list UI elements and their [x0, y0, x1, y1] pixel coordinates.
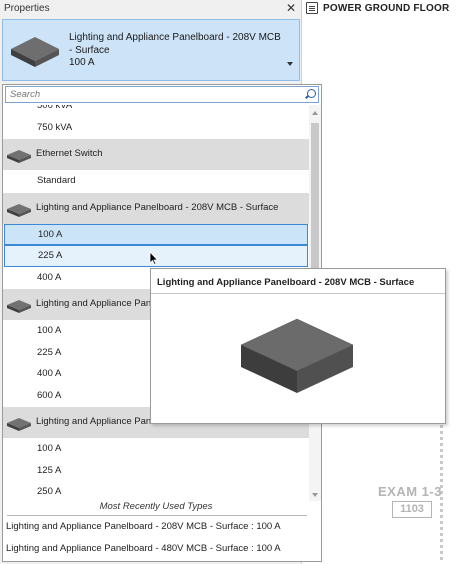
family-header-row: Ethernet Switch: [3, 138, 309, 170]
selector-family-line: Lighting and Appliance Panelboard - 208V…: [69, 32, 281, 43]
mouse-cursor-icon: [149, 251, 159, 265]
type-row-label: 400 A: [37, 271, 62, 283]
type-row[interactable]: 250 A: [3, 481, 309, 501]
type-row-selected[interactable]: 100 A: [4, 223, 308, 245]
scroll-up-icon[interactable]: [312, 111, 318, 115]
type-row-label: 100 A: [37, 443, 62, 454]
type-row-label: 100 A: [38, 228, 63, 240]
type-row-label: 600 A: [37, 389, 62, 401]
type-selector[interactable]: Lighting and Appliance Panelboard - 208V…: [2, 19, 300, 81]
room-name-tag[interactable]: EXAM 1-3: [378, 484, 442, 499]
mru-heading: Most Recently Used Types: [99, 501, 213, 512]
type-row-label: 750 kVA: [37, 121, 73, 133]
type-row[interactable]: 750 kVA: [3, 117, 309, 139]
close-icon[interactable]: ✕: [286, 1, 296, 15]
search-input[interactable]: [10, 88, 290, 101]
palette-title: Properties: [4, 3, 50, 14]
type-row-label: 225 A: [38, 250, 63, 261]
family-thumbnail-icon: [7, 150, 31, 163]
type-row-label: 250 A: [37, 486, 62, 497]
type-row[interactable]: Standard: [3, 170, 309, 192]
view-tab[interactable]: POWER GROUND FLOOR: [306, 2, 449, 14]
type-row[interactable]: 125 A: [3, 460, 309, 482]
type-row[interactable]: 100 A: [3, 438, 309, 460]
family-header-label: Ethernet Switch: [36, 148, 103, 159]
type-row[interactable]: 500 kVA: [3, 105, 309, 117]
type-row-label: 225 A: [37, 346, 62, 358]
caret-down-icon[interactable]: [287, 62, 293, 66]
panelboard-icon: [11, 37, 59, 67]
mru-divider: [7, 515, 307, 516]
type-row-label: 400 A: [37, 368, 62, 379]
tooltip-title: Lighting and Appliance Panelboard - 208V…: [157, 277, 415, 288]
type-row-label: 500 kVA: [37, 105, 73, 111]
type-row-label: 100 A: [37, 325, 62, 336]
family-thumbnail-icon: [7, 203, 31, 217]
type-preview-tooltip: Lighting and Appliance Panelboard - 208V…: [150, 268, 446, 424]
mru-item[interactable]: Lighting and Appliance Panelboard - 208V…: [6, 521, 281, 532]
scroll-down-icon[interactable]: [312, 493, 318, 497]
selector-family-line-2: - Surface: [69, 44, 110, 56]
family-thumbnail-icon: [7, 300, 31, 313]
family-thumbnail-icon: [7, 418, 31, 431]
floor-plan-icon: [306, 2, 318, 14]
revit-window: POWER GROUND FLOOR EXAM 1-3 1103 Propert…: [0, 0, 456, 564]
type-row-label: Standard: [37, 175, 76, 186]
panelboard-preview-icon: [240, 318, 354, 393]
tooltip-divider: [151, 293, 445, 294]
room-number-tag[interactable]: 1103: [392, 501, 432, 518]
view-tab-title: POWER GROUND FLOOR: [323, 2, 450, 14]
search-box: [5, 86, 319, 103]
selector-type-line: 100 A: [69, 57, 95, 68]
mru-item[interactable]: Lighting and Appliance Panelboard - 480V…: [6, 543, 281, 554]
family-header-row: Lighting and Appliance Panelboard - 208V…: [3, 191, 309, 224]
search-icon[interactable]: [307, 89, 316, 98]
family-header-label: Lighting and Appliance Panelboard - 208V…: [36, 201, 279, 213]
type-row-label: 125 A: [37, 464, 62, 476]
